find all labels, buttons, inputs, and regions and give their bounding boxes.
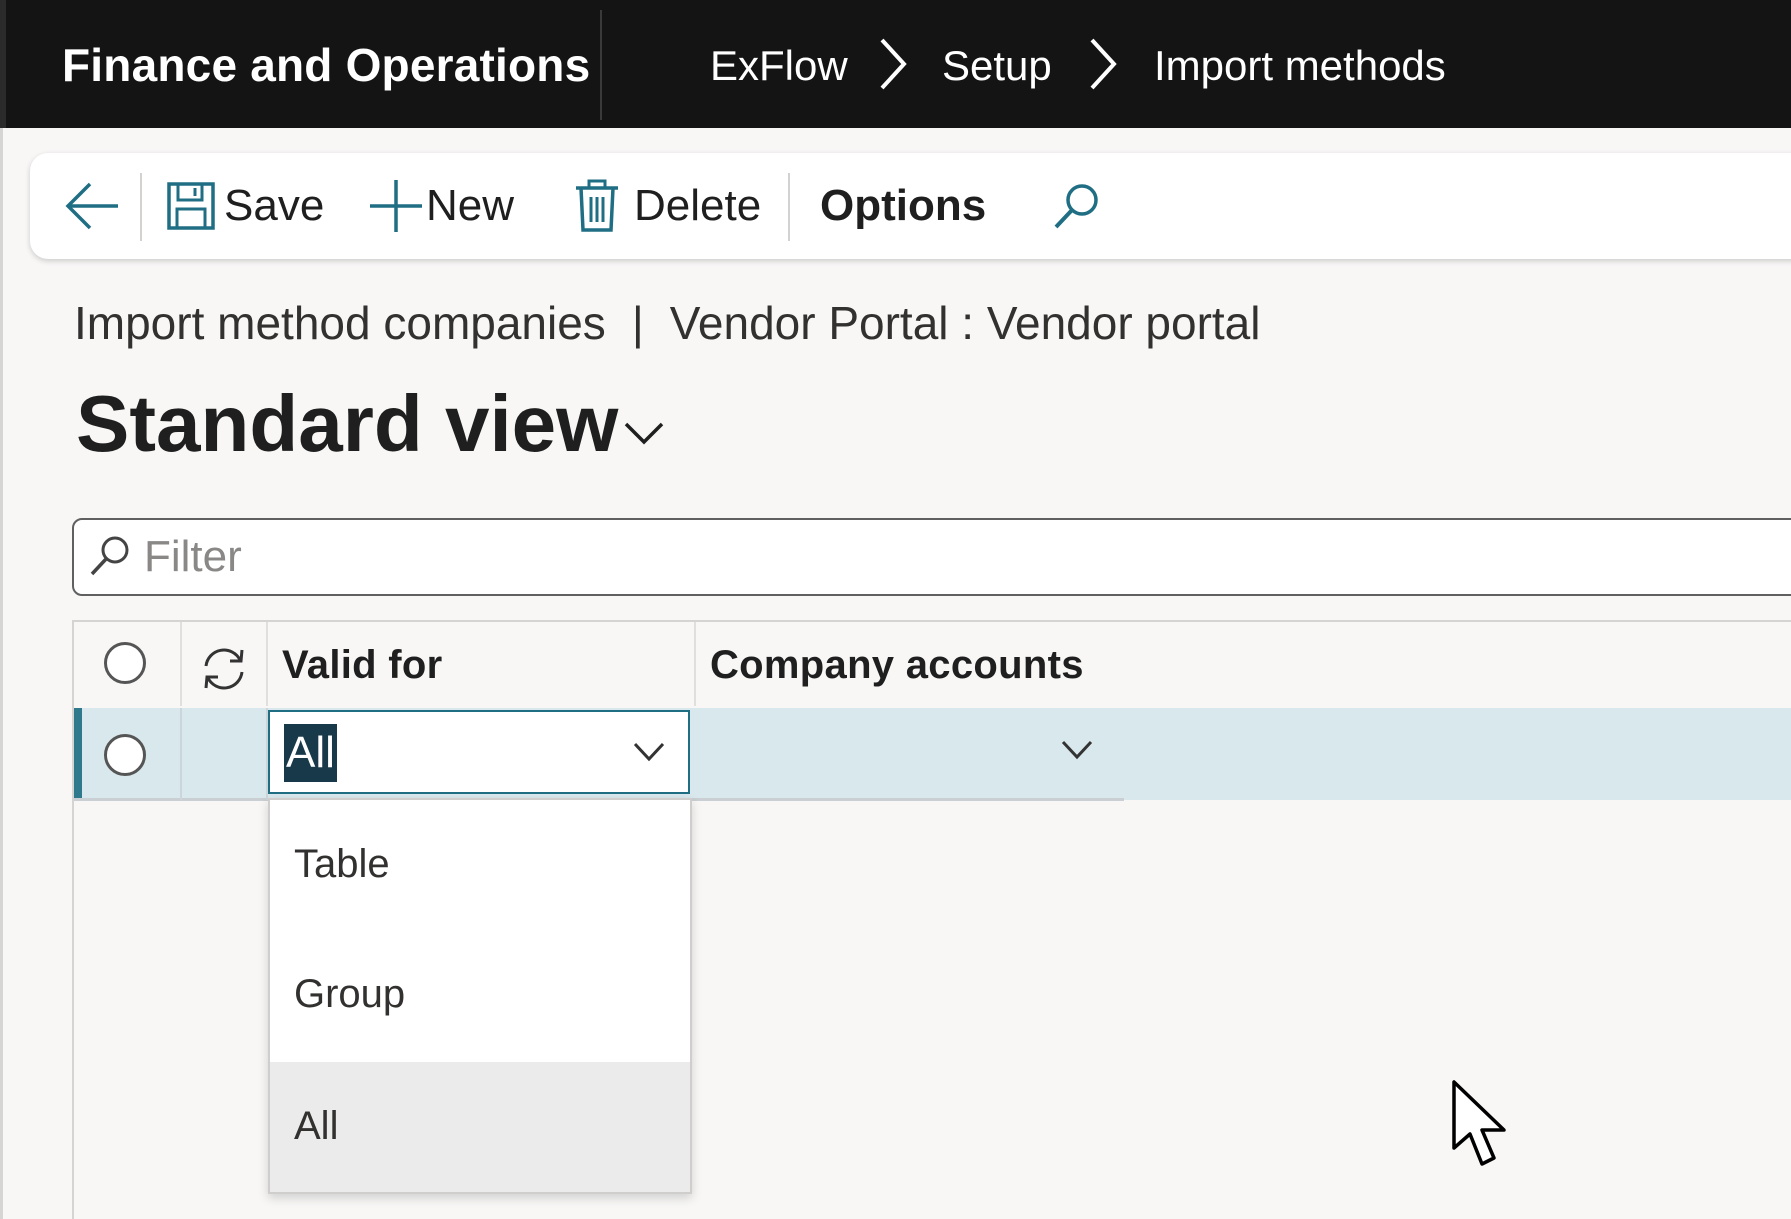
options-tab[interactable]: Options [820, 153, 986, 259]
search-icon [90, 536, 129, 576]
chevron-right-icon [880, 38, 907, 90]
row-selection-accent [74, 708, 82, 800]
view-selector[interactable]: Standard view [76, 378, 618, 470]
option-label: Table [294, 842, 390, 886]
valid-for-dropdown-list: Table Group All [268, 798, 692, 1194]
column-header-valid-for[interactable]: Valid for [282, 643, 443, 688]
mouse-cursor-icon [1452, 1080, 1506, 1166]
chevron-down-icon[interactable] [622, 418, 666, 448]
caption-record: Vendor Portal : Vendor portal [669, 297, 1261, 349]
options-label: Options [820, 181, 987, 230]
breadcrumb-exflow[interactable]: ExFlow [710, 42, 848, 90]
column-header-company-accounts[interactable]: Company accounts [710, 643, 1084, 688]
dropdown-option-group[interactable]: Group [270, 930, 690, 1060]
form-caption: Import method companies | Vendor Portal : … [74, 296, 1261, 350]
cell-divider [180, 708, 182, 800]
caption-form-name: Import method companies [74, 297, 606, 349]
select-all-radio[interactable] [104, 642, 146, 684]
new-label: New [426, 181, 515, 230]
breadcrumb-import-methods[interactable]: Import methods [1154, 42, 1446, 90]
app-title[interactable]: Finance and Operations [62, 38, 590, 92]
row-select-radio[interactable] [104, 734, 146, 776]
refresh-icon[interactable] [200, 646, 248, 692]
filter-box[interactable] [72, 518, 1791, 596]
toolbar-divider [788, 173, 790, 241]
caption-separator: | [631, 297, 644, 349]
save-icon [167, 182, 215, 230]
dropdown-option-table[interactable]: Table [270, 800, 690, 930]
back-button[interactable] [62, 153, 122, 259]
breadcrumb-setup[interactable]: Setup [942, 42, 1052, 90]
dropdown-option-all[interactable]: All [270, 1062, 690, 1192]
option-label: All [294, 1104, 339, 1148]
action-pane: Save New Delete Options [30, 153, 1791, 259]
option-label: Group [294, 972, 406, 1016]
search-button[interactable] [1052, 153, 1102, 259]
search-icon [1054, 184, 1098, 229]
chevron-down-icon[interactable] [632, 740, 666, 764]
toolbar-divider [140, 173, 142, 241]
delete-label: Delete [634, 181, 762, 230]
new-button[interactable]: New [368, 153, 514, 259]
plus-icon [370, 180, 422, 232]
window-edge [0, 128, 3, 1219]
company-accounts-dropdown-chevron-icon[interactable] [1060, 738, 1094, 762]
filter-input[interactable] [142, 528, 1346, 586]
topbar-edge [0, 0, 6, 128]
valid-for-value[interactable]: All [284, 724, 337, 782]
top-navigation-bar: Finance and Operations ExFlow Setup Impo… [0, 0, 1791, 128]
save-label: Save [224, 181, 325, 230]
topbar-separator [600, 10, 602, 120]
delete-button[interactable]: Delete [574, 153, 761, 259]
trash-icon [576, 179, 618, 232]
valid-for-combobox[interactable]: All [268, 710, 690, 794]
save-button[interactable]: Save [166, 153, 324, 259]
back-arrow-icon [65, 182, 118, 230]
chevron-right-icon [1090, 38, 1117, 90]
